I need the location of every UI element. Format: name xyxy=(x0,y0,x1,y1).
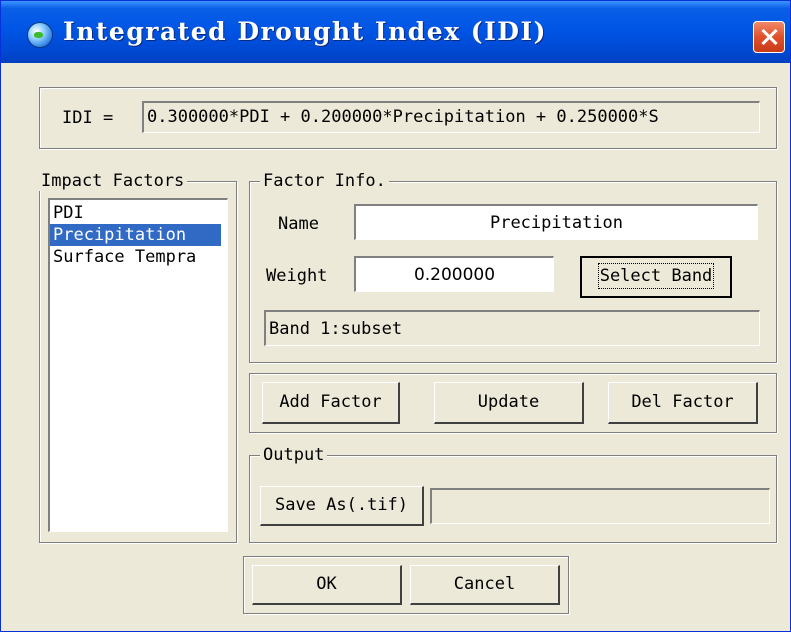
weight-field[interactable]: 0.200000 xyxy=(354,256,554,292)
window-title: Integrated Drought Index (IDI) xyxy=(63,17,548,46)
dialog-window: Integrated Drought Index (IDI) IDI = 0.3… xyxy=(0,0,791,632)
del-factor-button[interactable]: Del Factor xyxy=(608,382,758,424)
factor-actions-group: Add Factor Update Del Factor xyxy=(249,373,777,433)
save-as-button[interactable]: Save As(.tif) xyxy=(260,486,424,526)
select-band-button[interactable]: Select Band xyxy=(580,256,732,298)
impact-factors-list[interactable]: PDI Precipitation Surface Tempra xyxy=(48,198,228,532)
add-factor-button[interactable]: Add Factor xyxy=(262,382,400,424)
footer-buttons-group: OK Cancel xyxy=(243,556,569,614)
select-band-label: Select Band xyxy=(597,263,715,289)
impact-factors-legend: Impact Factors xyxy=(38,171,188,191)
name-label: Name xyxy=(278,214,319,234)
globe-icon xyxy=(27,22,53,48)
weight-label: Weight xyxy=(266,266,328,286)
ok-button[interactable]: OK xyxy=(252,565,402,605)
update-button[interactable]: Update xyxy=(434,382,584,424)
close-icon[interactable] xyxy=(753,21,785,53)
title-bar[interactable]: Integrated Drought Index (IDI) xyxy=(1,1,790,63)
list-item-surface-temp[interactable]: Surface Tempra xyxy=(50,246,227,268)
output-path-field[interactable] xyxy=(430,488,770,524)
output-group: Output Save As(.tif) xyxy=(249,445,777,543)
impact-factors-group: Impact Factors PDI Precipitation Surface… xyxy=(38,171,237,543)
formula-group: IDI = 0.300000*PDI + 0.200000*Precipitat… xyxy=(39,87,777,149)
list-item-precipitation[interactable]: Precipitation xyxy=(50,224,221,246)
name-field[interactable]: Precipitation xyxy=(354,204,758,240)
list-item-pdi[interactable]: PDI xyxy=(50,202,227,224)
cancel-button[interactable]: Cancel xyxy=(410,565,560,605)
formula-label: IDI = xyxy=(62,108,114,128)
output-legend: Output xyxy=(260,445,328,465)
formula-field[interactable]: 0.300000*PDI + 0.200000*Precipitation + … xyxy=(142,101,760,133)
factor-info-group: Factor Info. Name Precipitation Weight 0… xyxy=(249,171,777,363)
band-field: Band 1:subset xyxy=(264,310,760,346)
factor-info-legend: Factor Info. xyxy=(260,171,389,191)
